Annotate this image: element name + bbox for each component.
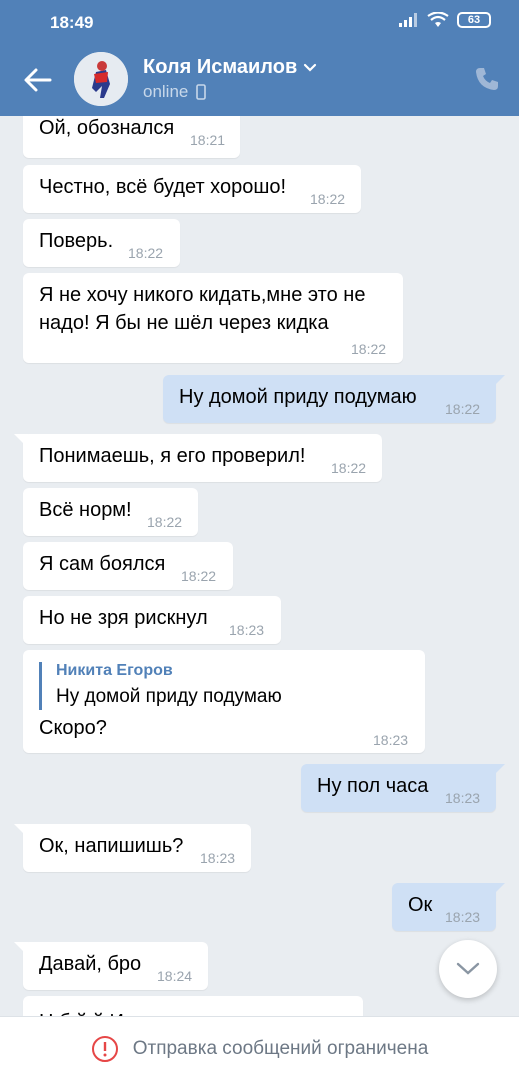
avatar-image bbox=[74, 52, 128, 106]
message-time: 18:23 bbox=[373, 732, 409, 748]
message-text: Я не хочу никого кидать,мне это не надо!… bbox=[39, 284, 366, 334]
back-arrow-icon[interactable] bbox=[20, 62, 56, 98]
message-text: Давай, бро bbox=[39, 953, 142, 975]
chevron-down-icon bbox=[304, 63, 317, 72]
message-incoming[interactable]: Я не хочу никого кидать,мне это не надо!… bbox=[23, 273, 403, 363]
contact-name: Коля Исмаилов bbox=[143, 56, 298, 78]
message-outgoing[interactable]: Ок 18:23 bbox=[392, 883, 505, 931]
message-text: Честно, всё будет хорошо! bbox=[39, 176, 287, 198]
phone-icon[interactable] bbox=[472, 64, 502, 94]
message-incoming[interactable]: Честно, всё будет хорошо! 18:22 bbox=[23, 165, 361, 213]
contact-name-row[interactable]: Коля Исмаилов bbox=[143, 56, 317, 79]
message-incoming-partial[interactable]: Н б й й И bbox=[23, 996, 363, 1016]
message-outgoing[interactable]: Ну пол часа 18:23 bbox=[301, 764, 505, 812]
message-time: 18:22 bbox=[181, 568, 217, 584]
message-incoming[interactable]: Давай, бро 18:24 bbox=[14, 942, 208, 990]
message-incoming[interactable]: Я сам боялся 18:22 bbox=[23, 542, 233, 590]
avatar[interactable] bbox=[74, 52, 128, 106]
message-incoming[interactable]: Ой, обознался 18:21 bbox=[23, 116, 240, 158]
bubble-tail bbox=[491, 883, 505, 897]
message-time: 18:23 bbox=[445, 790, 481, 806]
online-label: online bbox=[143, 82, 189, 101]
message-incoming[interactable]: Поверь. 18:22 bbox=[23, 219, 180, 267]
message-text: Но не зря рискнул bbox=[39, 607, 208, 629]
message-time: 18:22 bbox=[147, 514, 183, 530]
status-icons: 63 bbox=[399, 12, 491, 28]
bubble-tail bbox=[491, 764, 505, 778]
bubble-tail bbox=[14, 824, 28, 838]
message-list[interactable]: Ой, обознался 18:21 Честно, всё будет хо… bbox=[0, 116, 519, 1016]
reply-author: Никита Егоров bbox=[56, 662, 173, 679]
message-text: Скоро? bbox=[39, 717, 107, 739]
message-text: Н б й й И bbox=[39, 1008, 124, 1016]
restriction-notice: Отправка сообщений ограничена bbox=[132, 1037, 429, 1059]
message-outgoing[interactable]: Ну домой приду подумаю 18:22 bbox=[163, 375, 505, 423]
message-incoming[interactable]: Ок, напишишь? 18:23 bbox=[14, 824, 251, 872]
message-incoming-reply[interactable]: Никита Егоров Ну домой приду подумаю Ско… bbox=[23, 650, 425, 753]
message-time: 18:22 bbox=[128, 245, 164, 261]
reply-quote[interactable]: Никита Егоров Ну домой приду подумаю bbox=[39, 662, 282, 710]
battery-icon: 63 bbox=[457, 12, 491, 28]
message-time: 18:22 bbox=[310, 191, 346, 207]
composer-disabled-bar: Отправка сообщений ограничена bbox=[0, 1016, 519, 1080]
message-text: Ну пол часа bbox=[317, 775, 429, 797]
message-text: Ну домой приду подумаю bbox=[179, 386, 417, 408]
message-text: Поверь. bbox=[39, 230, 114, 252]
warning-icon bbox=[91, 1035, 118, 1062]
reply-text: Ну домой приду подумаю bbox=[56, 686, 282, 707]
mobile-icon bbox=[196, 84, 207, 100]
message-text: Понимаешь, я его проверил! bbox=[39, 445, 306, 467]
scroll-down-button[interactable] bbox=[439, 940, 497, 998]
message-time: 18:23 bbox=[229, 622, 265, 638]
bubble-tail bbox=[491, 375, 505, 389]
chat-header: 18:49 63 Коля Исмаилов online bbox=[0, 0, 519, 116]
message-time: 18:23 bbox=[200, 850, 236, 866]
message-text: Ой, обознался bbox=[39, 117, 175, 139]
message-incoming[interactable]: Понимаешь, я его проверил! 18:22 bbox=[14, 434, 382, 482]
bubble-tail bbox=[14, 434, 28, 448]
signal-icon bbox=[399, 13, 417, 27]
message-text: Ок bbox=[408, 894, 433, 916]
message-time: 18:24 bbox=[157, 968, 193, 984]
message-text: Ок, напишишь? bbox=[39, 835, 184, 857]
message-time: 18:22 bbox=[445, 401, 481, 417]
message-incoming[interactable]: Всё норм! 18:22 bbox=[23, 488, 198, 536]
message-text: Я сам боялся bbox=[39, 553, 166, 575]
message-text: Всё норм! bbox=[39, 499, 132, 521]
battery-level: 63 bbox=[467, 14, 481, 26]
message-time: 18:22 bbox=[351, 341, 387, 357]
scroll-down-icon bbox=[456, 962, 480, 975]
message-time: 18:23 bbox=[445, 909, 481, 925]
message-time: 18:22 bbox=[331, 460, 367, 476]
bubble-tail bbox=[14, 942, 28, 956]
message-time: 18:21 bbox=[190, 132, 226, 148]
message-incoming[interactable]: Но не зря рискнул 18:23 bbox=[23, 596, 281, 644]
online-status: online bbox=[143, 82, 207, 102]
wifi-icon bbox=[427, 12, 449, 27]
status-time: 18:49 bbox=[50, 13, 94, 32]
